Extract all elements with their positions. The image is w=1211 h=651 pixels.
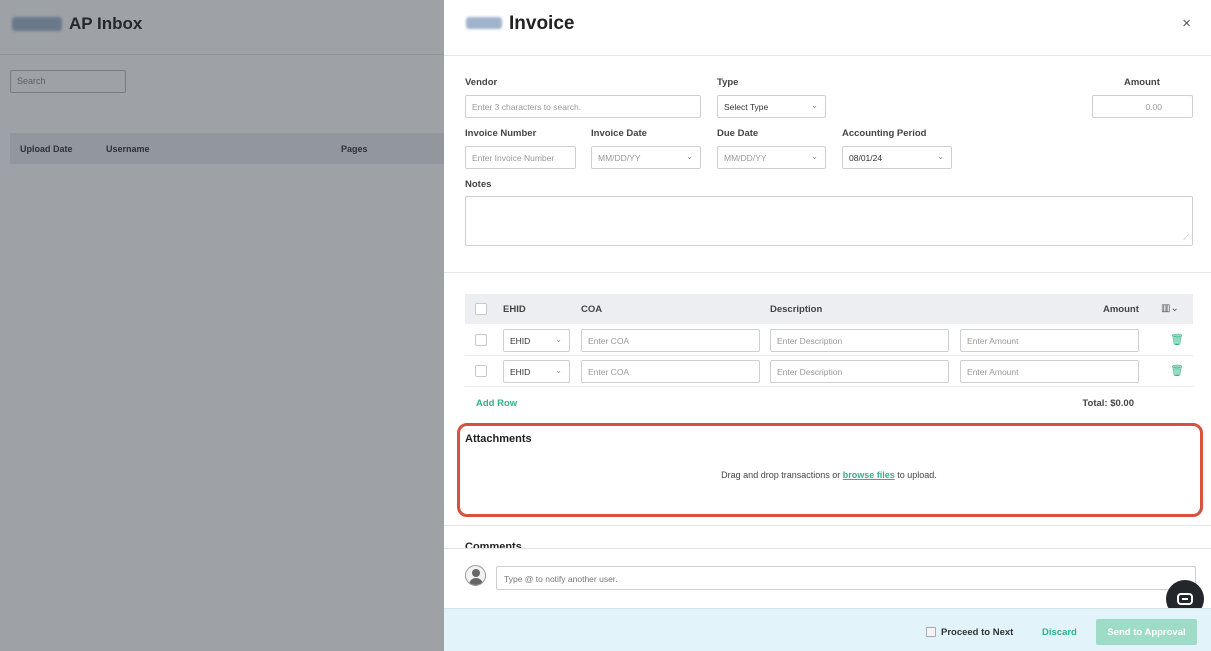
proceed-to-next-label[interactable]: Proceed to Next <box>941 627 1013 638</box>
amount-label: Amount <box>1124 77 1160 88</box>
invoice-title: Invoice <box>509 13 575 34</box>
type-label: Type <box>717 77 739 88</box>
notes-textarea[interactable]: ⟋ <box>465 196 1193 246</box>
trash-icon[interactable]: 🗑 <box>1170 364 1184 377</box>
due-date-label: Due Date <box>717 128 759 139</box>
invoice-date-picker[interactable]: MM/DD/YY ⌄ <box>591 146 701 169</box>
amount-input[interactable]: 0.00 <box>1092 95 1193 118</box>
chevron-down-icon: ⌄ <box>937 152 944 161</box>
attachments-dropzone[interactable]: Drag and drop transactions or browse fil… <box>465 470 1193 480</box>
resize-handle-icon[interactable]: ⟋ <box>1183 233 1189 243</box>
close-icon[interactable]: × <box>1182 15 1191 32</box>
invoice-number-input[interactable]: Enter Invoice Number <box>465 146 576 169</box>
ehid-select[interactable]: EHID ⌄ <box>503 360 570 383</box>
header-description: Description <box>770 304 823 315</box>
chevron-down-icon: ⌄ <box>811 152 818 161</box>
notes-label: Notes <box>465 179 492 190</box>
attachments-title: Attachments <box>465 433 532 445</box>
panel-footer: Proceed to Next Discard Send to Approval <box>444 608 1211 651</box>
comment-input[interactable]: Type @ to notify another user. <box>496 566 1196 590</box>
coa-input[interactable]: Enter COA <box>581 360 760 383</box>
line-item-row: EHID ⌄ Enter COA Enter Description Enter… <box>465 325 1193 356</box>
invoice-number-label: Invoice Number <box>465 128 537 139</box>
browse-files-link[interactable]: browse files <box>843 470 895 480</box>
invoice-panel: Invoice × Vendor Enter 3 characters to s… <box>444 0 1211 651</box>
amount-input[interactable]: Enter Amount <box>960 360 1139 383</box>
header-amount: Amount <box>1103 304 1139 315</box>
invoice-panel-header: Invoice × <box>444 0 1211 56</box>
company-logo <box>466 17 502 29</box>
proceed-to-next-checkbox[interactable] <box>926 627 936 637</box>
column-settings-icon[interactable]: ▥⌄ <box>1161 303 1179 314</box>
chevron-down-icon: ⌄ <box>555 335 562 344</box>
type-select[interactable]: Select Type ⌄ <box>717 95 826 118</box>
accounting-period-select[interactable]: 08/01/24 ⌄ <box>842 146 952 169</box>
chevron-down-icon: ⌄ <box>555 366 562 375</box>
row-checkbox[interactable] <box>475 365 487 377</box>
dropzone-text-suffix: to upload. <box>894 470 937 480</box>
due-date-picker[interactable]: MM/DD/YY ⌄ <box>717 146 826 169</box>
vendor-label: Vendor <box>465 77 498 88</box>
header-coa: COA <box>581 304 603 315</box>
coa-input[interactable]: Enter COA <box>581 329 760 352</box>
ehid-value: EHID <box>510 367 531 377</box>
type-select-value: Select Type <box>724 102 769 112</box>
section-divider <box>444 525 1211 526</box>
ehid-value: EHID <box>510 336 531 346</box>
send-to-approval-button[interactable]: Send to Approval <box>1096 619 1197 645</box>
accounting-period-label: Accounting Period <box>842 128 927 139</box>
description-input[interactable]: Enter Description <box>770 329 949 352</box>
line-items-header: EHID COA Description Amount <box>465 294 1193 324</box>
description-input[interactable]: Enter Description <box>770 360 949 383</box>
invoice-date-label: Invoice Date <box>591 128 647 139</box>
chevron-down-icon: ⌄ <box>811 101 818 110</box>
line-items-total: Total: $0.00 <box>1082 398 1134 409</box>
discard-button[interactable]: Discard <box>1042 627 1077 638</box>
row-checkbox[interactable] <box>475 334 487 346</box>
vendor-search-input[interactable]: Enter 3 characters to search. <box>465 95 701 118</box>
accounting-period-value: 08/01/24 <box>849 153 883 163</box>
due-date-value: MM/DD/YY <box>724 153 767 163</box>
dropzone-text: Drag and drop transactions or <box>721 470 843 480</box>
invoice-date-value: MM/DD/YY <box>598 153 641 163</box>
section-divider <box>444 272 1211 273</box>
user-avatar-icon <box>465 565 486 586</box>
trash-icon[interactable]: 🗑 <box>1170 333 1184 346</box>
chevron-down-icon: ⌄ <box>686 152 693 161</box>
ehid-select[interactable]: EHID ⌄ <box>503 329 570 352</box>
add-row-button[interactable]: Add Row <box>476 398 517 409</box>
select-all-checkbox[interactable] <box>475 303 487 315</box>
line-item-row: EHID ⌄ Enter COA Enter Description Enter… <box>465 356 1193 387</box>
amount-input[interactable]: Enter Amount <box>960 329 1139 352</box>
header-ehid: EHID <box>503 304 526 315</box>
